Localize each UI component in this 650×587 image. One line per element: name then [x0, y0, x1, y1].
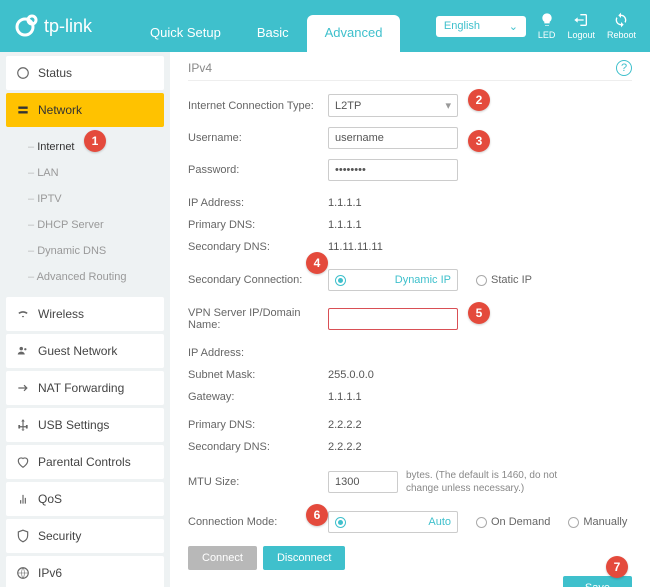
username-input[interactable]	[328, 127, 458, 149]
subitem-ddns[interactable]: Dynamic DNS	[18, 238, 164, 264]
connect-buttons: Connect Disconnect	[188, 546, 632, 570]
reboot-icon	[613, 12, 629, 28]
reboot-button[interactable]: Reboot	[607, 12, 636, 40]
sidebar-item-network[interactable]: Network	[6, 93, 164, 127]
mtu-label: MTU Size:	[188, 476, 328, 488]
sidebar-item-nat[interactable]: NAT Forwarding	[6, 371, 164, 405]
callout-4: 4	[306, 252, 328, 274]
guest-icon	[16, 344, 30, 358]
username-label: Username:	[188, 132, 328, 144]
sidebar-item-parental[interactable]: Parental Controls	[6, 445, 164, 479]
sdns-value: 11.11.11.11	[328, 241, 383, 253]
ip2-label: IP Address:	[188, 347, 328, 359]
chevron-down-icon: ▾	[445, 99, 451, 112]
callout-3: 3	[468, 130, 490, 152]
logout-button[interactable]: Logout	[567, 12, 595, 40]
sdns2-value: 2.2.2.2	[328, 441, 362, 453]
gw-label: Gateway:	[188, 391, 328, 403]
language-select[interactable]: English ⌄	[436, 16, 526, 37]
conn-type-label: Internet Connection Type:	[188, 100, 328, 112]
radio-manually[interactable]: Manually	[568, 516, 627, 528]
radio-dynamic-ip[interactable]: Dynamic IP	[328, 269, 458, 291]
sidebar-item-guest[interactable]: Guest Network	[6, 334, 164, 368]
tab-advanced[interactable]: Advanced	[307, 15, 401, 52]
ip-value: 1.1.1.1	[328, 197, 362, 209]
help-icon[interactable]: ?	[616, 60, 632, 76]
vpn-label: VPN Server IP/Domain Name:	[188, 307, 328, 331]
sdns-label: Secondary DNS:	[188, 241, 328, 253]
subnet-label: Subnet Mask:	[188, 369, 328, 381]
wifi-icon	[16, 307, 30, 321]
section-header: IPv4 ?	[188, 60, 632, 81]
subitem-lan[interactable]: LAN	[18, 160, 164, 186]
bulb-icon	[539, 12, 555, 28]
disconnect-button[interactable]: Disconnect	[263, 546, 345, 570]
sidebar-item-security[interactable]: Security	[6, 519, 164, 553]
top-header: tp-link Quick Setup Basic Advanced Engli…	[0, 0, 650, 52]
radio-static-ip[interactable]: Static IP	[476, 274, 532, 286]
pdns2-label: Primary DNS:	[188, 419, 328, 431]
save-button[interactable]: Save	[563, 576, 632, 587]
usb-icon	[16, 418, 30, 432]
section-title-text: IPv4	[188, 61, 212, 75]
connect-button[interactable]: Connect	[188, 546, 257, 570]
logout-icon	[573, 12, 589, 28]
callout-1: 1	[84, 130, 106, 152]
conn-type-select[interactable]: L2TP ▾	[328, 94, 458, 117]
logo-icon	[14, 13, 40, 39]
radio-auto[interactable]: Auto	[328, 511, 458, 533]
sidebar-item-status[interactable]: Status	[6, 56, 164, 90]
brand-logo: tp-link	[14, 13, 92, 39]
callout-2: 2	[468, 89, 490, 111]
sidebar-item-qos[interactable]: QoS	[6, 482, 164, 516]
network-submenu: Internet 1 LAN IPTV DHCP Server Dynamic …	[6, 130, 164, 294]
callout-6: 6	[306, 504, 328, 526]
subnet-value: 255.0.0.0	[328, 369, 374, 381]
callout-5: 5	[468, 302, 490, 324]
sec-conn-label: Secondary Connection:	[188, 274, 328, 286]
chevron-down-icon: ⌄	[509, 20, 518, 33]
pdns2-value: 2.2.2.2	[328, 419, 362, 431]
nat-icon	[16, 381, 30, 395]
sidebar-item-usb[interactable]: USB Settings	[6, 408, 164, 442]
mtu-input[interactable]	[328, 471, 398, 493]
ip-label: IP Address:	[188, 197, 328, 209]
network-icon	[16, 103, 30, 117]
pdns-label: Primary DNS:	[188, 219, 328, 231]
heart-icon	[16, 455, 30, 469]
status-icon	[16, 66, 30, 80]
sdns2-label: Secondary DNS:	[188, 441, 328, 453]
password-input[interactable]	[328, 159, 458, 181]
password-label: Password:	[188, 164, 328, 176]
globe-icon	[16, 566, 30, 580]
header-right: English ⌄ LED Logout Reboot	[436, 12, 636, 40]
tab-quick-setup[interactable]: Quick Setup	[132, 15, 239, 52]
sidebar-item-ipv6[interactable]: IPv6	[6, 556, 164, 587]
led-button[interactable]: LED	[538, 12, 556, 40]
mtu-note: bytes. (The default is 1460, do not chan…	[406, 469, 586, 495]
gw-value: 1.1.1.1	[328, 391, 362, 403]
vpn-server-input[interactable]	[328, 308, 458, 330]
subitem-routing[interactable]: Advanced Routing	[18, 264, 164, 290]
shield-icon	[16, 529, 30, 543]
content-panel: IPv4 ? Internet Connection Type: L2TP ▾ …	[170, 52, 650, 587]
subitem-dhcp[interactable]: DHCP Server	[18, 212, 164, 238]
radio-on-demand[interactable]: On Demand	[476, 516, 550, 528]
sidebar: Status Network Internet 1 LAN IPTV DHCP …	[0, 52, 170, 587]
tab-basic[interactable]: Basic	[239, 15, 307, 52]
callout-7: 7	[606, 556, 628, 578]
pdns-value: 1.1.1.1	[328, 219, 362, 231]
main-tabs: Quick Setup Basic Advanced	[132, 0, 400, 52]
language-value: English	[444, 20, 480, 32]
brand-text: tp-link	[44, 16, 92, 37]
sidebar-item-wireless[interactable]: Wireless	[6, 297, 164, 331]
qos-icon	[16, 492, 30, 506]
subitem-iptv[interactable]: IPTV	[18, 186, 164, 212]
